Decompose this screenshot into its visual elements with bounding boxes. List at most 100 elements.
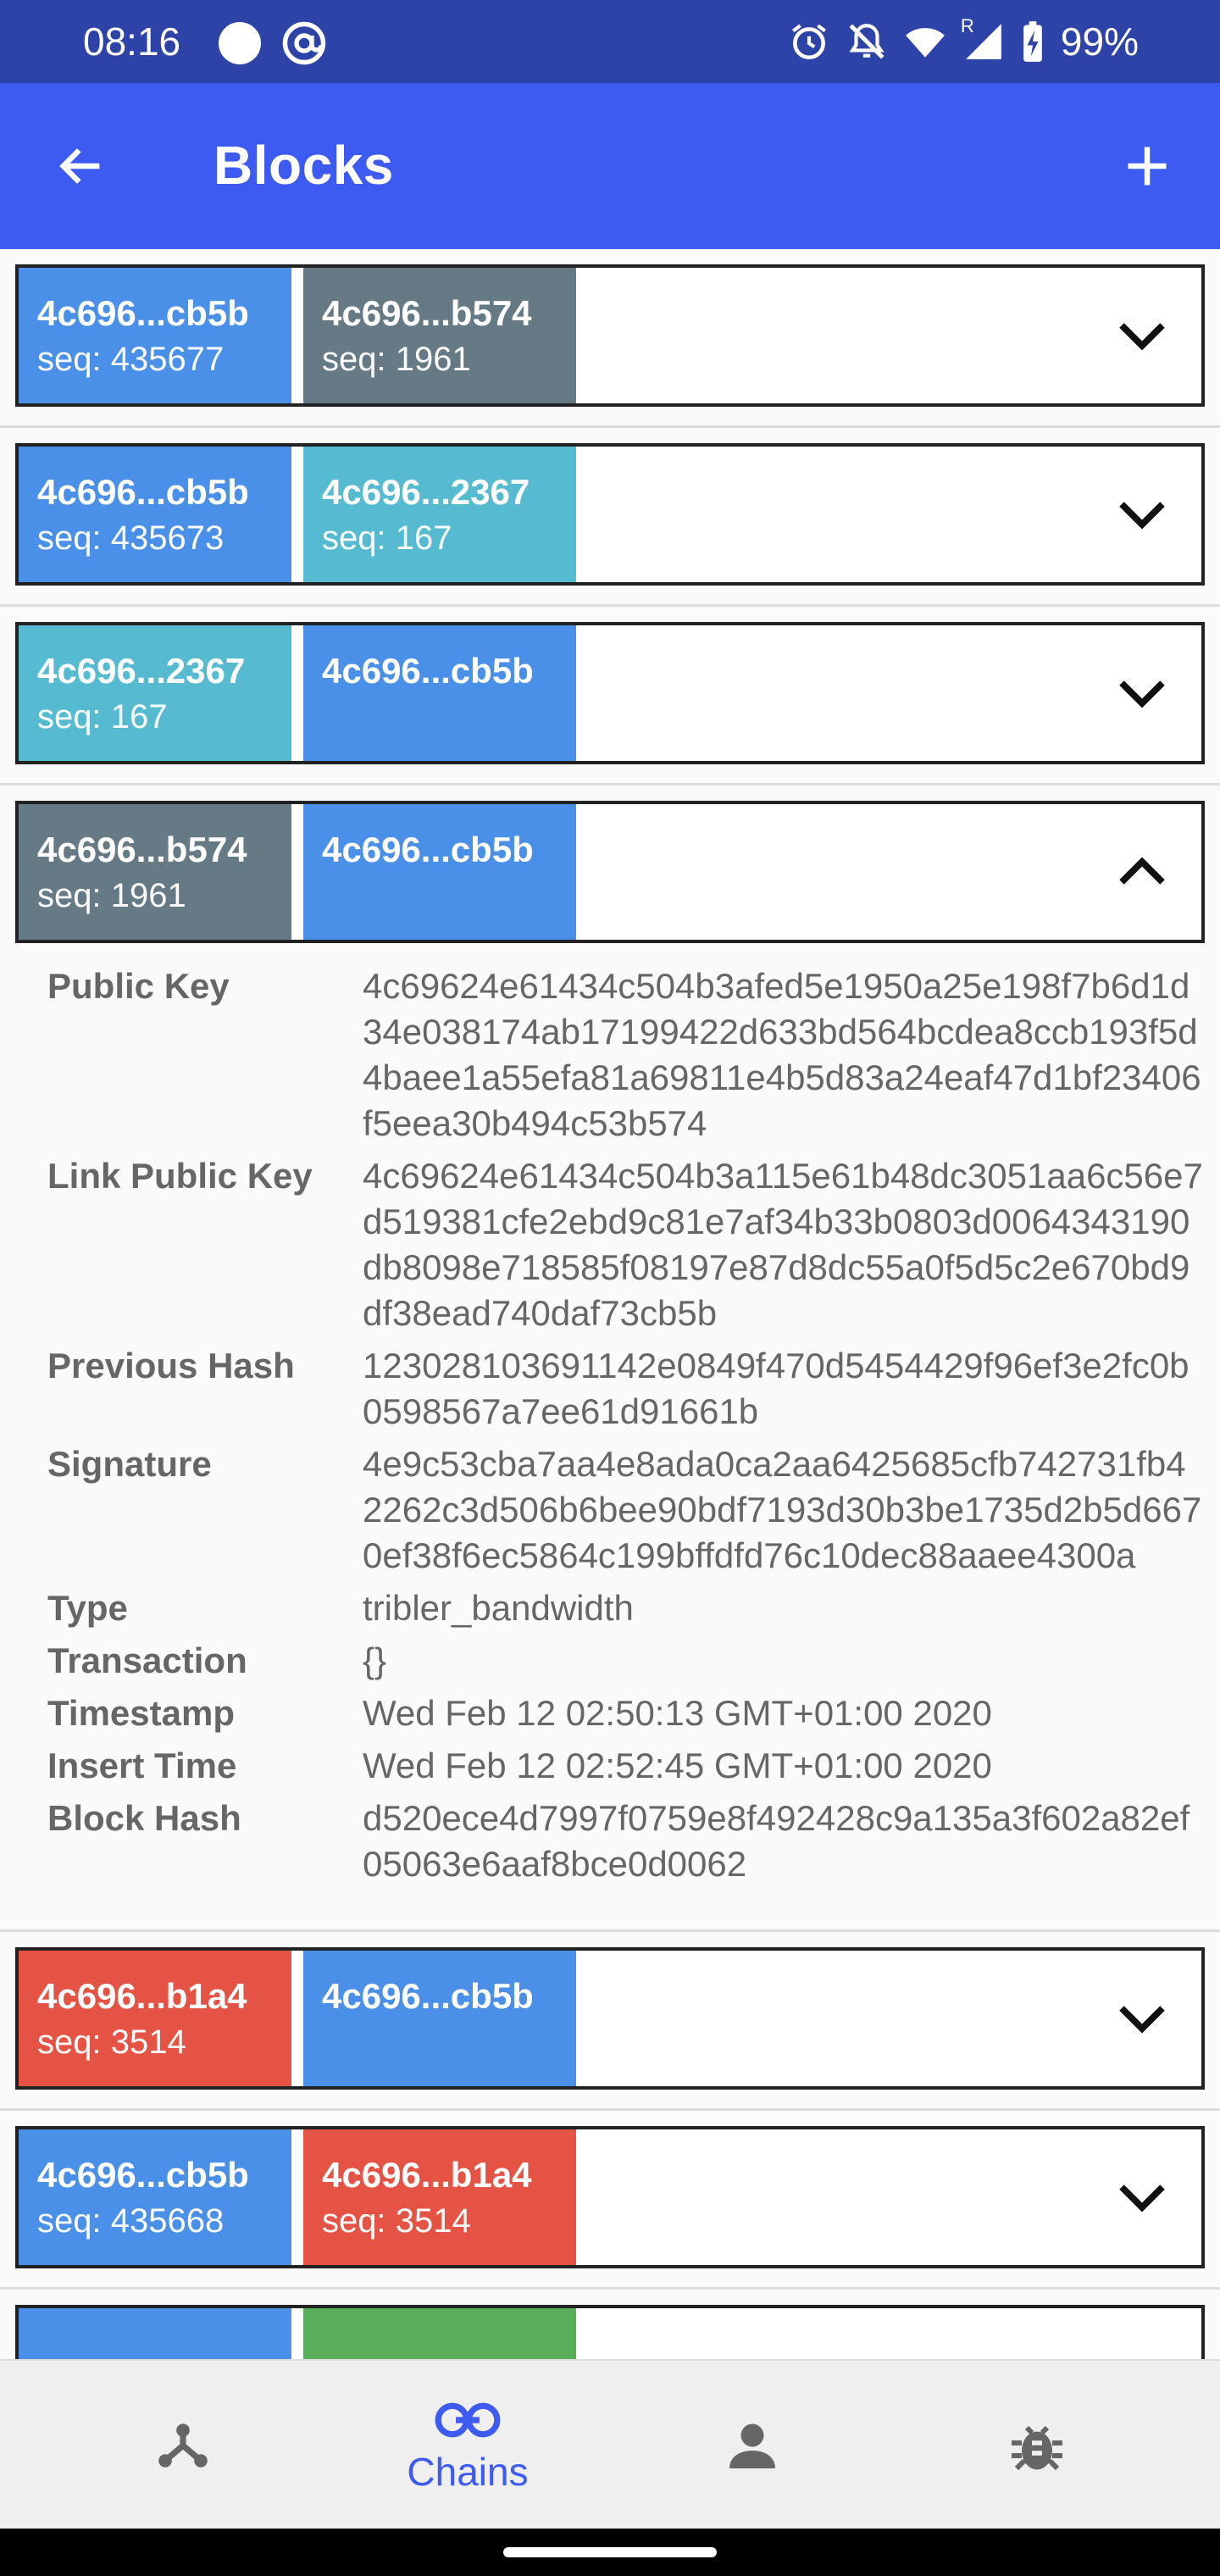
bottom-navigation: Chains bbox=[0, 2359, 1220, 2530]
chip-seq: seq: 435673 bbox=[37, 519, 225, 557]
expand-button[interactable] bbox=[1108, 480, 1176, 548]
chip-seq: seq: 1961 bbox=[37, 877, 186, 914]
add-block-button[interactable] bbox=[1113, 132, 1181, 200]
nav-profile[interactable] bbox=[600, 2361, 905, 2530]
detail-block-hash: Block Hash d520ece4d7997f0759e8f492428c9… bbox=[15, 1796, 1205, 1887]
alarm-icon bbox=[791, 24, 826, 60]
chip-seq: seq: 435677 bbox=[37, 341, 225, 378]
block-row[interactable]: 4c696...b1a4 seq: 3514 4c696...cb5b bbox=[15, 1947, 1205, 2090]
chip-hash: 4c696...b1a4 bbox=[322, 2155, 532, 2195]
blocks-list[interactable]: 4c696...cb5b seq: 435677 4c696...b574 se… bbox=[0, 249, 1220, 2359]
app-bar: Blocks bbox=[0, 83, 1220, 249]
detail-value: 4c69624e61434c504b3a115e61b48dc3051aa6c5… bbox=[363, 1156, 1203, 1333]
nav-chains[interactable]: Chains bbox=[315, 2361, 620, 2530]
list-item: 4c696...cb5b seq: 435677 4c696...b574 se… bbox=[0, 249, 1220, 428]
chip-seq: seq: 3514 bbox=[37, 2024, 186, 2061]
block-link-key-chip: 4c696...cb5b bbox=[303, 625, 576, 761]
chip-hash: 4c696...cb5b bbox=[322, 830, 534, 869]
detail-value: Wed Feb 12 02:52:45 GMT+01:00 2020 bbox=[363, 1746, 992, 1785]
system-gesture-bar bbox=[0, 2529, 1220, 2576]
chip-hash: 4c696...cb5b bbox=[37, 2155, 249, 2195]
wifi-icon bbox=[906, 28, 945, 58]
chip-hash: 4c696...cb5b bbox=[37, 293, 249, 333]
chip-seq: seq: 435668 bbox=[37, 2202, 225, 2240]
block-row[interactable] bbox=[15, 2305, 1205, 2359]
chip-hash: 4c696...b1a4 bbox=[37, 1976, 247, 2016]
chip-seq: seq: 1961 bbox=[322, 341, 471, 378]
detail-link-public-key: Link Public Key 4c69624e61434c504b3a115e… bbox=[15, 1153, 1205, 1336]
nav-debug[interactable] bbox=[884, 2361, 1190, 2530]
block-row[interactable]: 4c696...2367 seq: 167 4c696...cb5b bbox=[15, 622, 1205, 764]
chip-hash: 4c696...cb5b bbox=[37, 472, 249, 512]
back-button[interactable] bbox=[47, 132, 115, 200]
list-item: 4c696...b1a4 seq: 3514 4c696...cb5b bbox=[0, 1932, 1220, 2111]
person-icon bbox=[729, 2423, 775, 2468]
list-item: 4c696...cb5b seq: 435668 4c696...b1a4 se… bbox=[0, 2111, 1220, 2290]
plus-icon bbox=[1128, 147, 1167, 186]
arrow-back-icon bbox=[59, 148, 100, 184]
block-row[interactable]: 4c696...cb5b seq: 435668 4c696...b1a4 se… bbox=[15, 2126, 1205, 2268]
detail-value: 4c69624e61434c504b3afed5e1950a25e198f7b6… bbox=[363, 966, 1201, 1143]
chip-hash: 4c696...cb5b bbox=[322, 1976, 534, 2016]
battery-charging-icon bbox=[1023, 21, 1042, 62]
bug-icon bbox=[1012, 2425, 1062, 2471]
block-row[interactable]: 4c696...b574 seq: 1961 4c696...cb5b bbox=[15, 801, 1205, 943]
at-sign-icon bbox=[282, 21, 326, 65]
list-item bbox=[0, 2290, 1220, 2359]
expand-button[interactable] bbox=[1108, 1985, 1176, 2052]
detail-label: Transaction bbox=[47, 1641, 247, 1680]
home-gesture-handle[interactable] bbox=[503, 2547, 717, 2557]
battery-percent: 99% bbox=[1060, 19, 1139, 64]
detail-signature: Signature 4e9c53cba7aa4e8ada0ca2aa642568… bbox=[15, 1441, 1205, 1579]
chevron-down-icon bbox=[1119, 680, 1165, 708]
block-public-key-chip: 4c696...2367 seq: 167 bbox=[19, 625, 291, 761]
detail-value: 123028103691142e0849f470d5454429f96ef3e2… bbox=[363, 1346, 1190, 1431]
block-public-key-chip: 4c696...b574 seq: 1961 bbox=[19, 804, 291, 940]
detail-value: Wed Feb 12 02:50:13 GMT+01:00 2020 bbox=[363, 1693, 992, 1733]
chevron-down-icon bbox=[1119, 502, 1165, 530]
detail-transaction: Transaction {} bbox=[15, 1638, 1205, 1684]
detail-insert-time: Insert Time Wed Feb 12 02:52:45 GMT+01:0… bbox=[15, 1743, 1205, 1789]
block-row[interactable]: 4c696...cb5b seq: 435677 4c696...b574 se… bbox=[15, 264, 1205, 407]
block-link-key-chip: 4c696...2367 seq: 167 bbox=[303, 447, 576, 582]
detail-value: 4e9c53cba7aa4e8ada0ca2aa6425685cfb742731… bbox=[363, 1444, 1202, 1575]
chevron-down-icon bbox=[1119, 323, 1165, 351]
notification-dot-icon bbox=[219, 22, 261, 64]
block-link-key-chip: 4c696...cb5b bbox=[303, 804, 576, 940]
detail-label: Signature bbox=[47, 1444, 212, 1484]
chip-hash: 4c696...b574 bbox=[322, 293, 532, 333]
list-item: 4c696...cb5b seq: 435673 4c696...2367 se… bbox=[0, 428, 1220, 607]
block-link-key-chip bbox=[303, 2308, 576, 2359]
nav-network[interactable] bbox=[30, 2361, 336, 2530]
nav-label: Chains bbox=[407, 2450, 529, 2494]
expand-button[interactable] bbox=[1108, 302, 1176, 369]
block-public-key-chip: 4c696...cb5b seq: 435673 bbox=[19, 447, 291, 582]
expand-button[interactable] bbox=[1108, 2163, 1176, 2231]
block-details: Public Key 4c69624e61434c504b3afed5e1950… bbox=[15, 943, 1205, 1911]
detail-public-key: Public Key 4c69624e61434c504b3afed5e1950… bbox=[15, 963, 1205, 1146]
chip-seq: seq: 167 bbox=[322, 519, 452, 557]
chip-seq: seq: 167 bbox=[37, 698, 168, 736]
status-time: 08:16 bbox=[83, 19, 181, 64]
network-icon bbox=[158, 2423, 208, 2468]
detail-label: Previous Hash bbox=[47, 1346, 295, 1385]
detail-type: Type tribler_bandwidth bbox=[15, 1585, 1205, 1631]
chevron-down-icon bbox=[1119, 2006, 1165, 2034]
detail-label: Type bbox=[47, 1588, 128, 1628]
expand-button[interactable] bbox=[1108, 659, 1176, 727]
page-title: Blocks bbox=[214, 135, 394, 196]
block-link-key-chip: 4c696...b1a4 seq: 3514 bbox=[303, 2129, 576, 2265]
detail-label: Public Key bbox=[47, 966, 230, 1006]
block-public-key-chip: 4c696...cb5b seq: 435677 bbox=[19, 268, 291, 403]
list-item-expanded: 4c696...b574 seq: 1961 4c696...cb5b Publ… bbox=[0, 786, 1220, 1932]
block-row[interactable]: 4c696...cb5b seq: 435673 4c696...2367 se… bbox=[15, 443, 1205, 586]
link-icon bbox=[435, 2402, 501, 2438]
notifications-off-icon bbox=[849, 24, 884, 59]
chip-hash: 4c696...cb5b bbox=[322, 651, 534, 691]
chip-seq: seq: 3514 bbox=[322, 2202, 471, 2240]
block-link-key-chip: 4c696...b574 seq: 1961 bbox=[303, 268, 576, 403]
block-public-key-chip: 4c696...b1a4 seq: 3514 bbox=[19, 1951, 291, 2086]
collapse-button[interactable] bbox=[1108, 838, 1176, 906]
detail-label: Block Hash bbox=[47, 1798, 241, 1838]
roaming-badge: R bbox=[960, 15, 974, 36]
